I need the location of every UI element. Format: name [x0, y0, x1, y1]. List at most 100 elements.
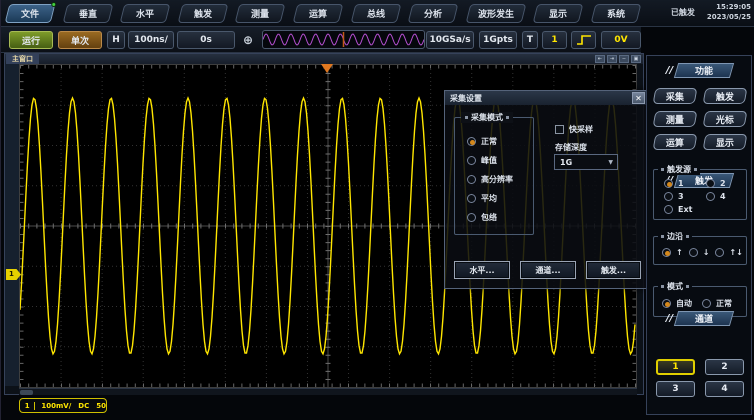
menu-item-file[interactable]: 文件: [5, 4, 56, 23]
edge-radio-rising[interactable]: ↑: [662, 248, 683, 257]
mode-radio-normal[interactable]: 正常: [467, 136, 497, 147]
window-tab-title[interactable]: 主窗口: [6, 54, 39, 64]
channel1-badge[interactable]: 1 100mV/ DC 50: [19, 398, 107, 413]
falling-arrow-icon: ↓: [703, 248, 710, 257]
mode-radio-auto[interactable]: 自动: [662, 298, 692, 309]
channel-3-button[interactable]: 3: [656, 381, 695, 397]
menu-item-wavegen[interactable]: 波形发生: [465, 4, 526, 23]
channel-1-button[interactable]: 1: [656, 359, 695, 375]
maximize-icon[interactable]: ▣: [631, 55, 641, 63]
menu-item-horizontal[interactable]: 水平: [120, 4, 171, 23]
channel-2-button[interactable]: 2: [705, 359, 744, 375]
time-label: 15:29:05: [716, 2, 751, 12]
header-slashes-icon: //: [666, 65, 673, 76]
zoom-in-icon[interactable]: ⊕: [239, 31, 257, 49]
source-radio-4[interactable]: 4: [706, 192, 746, 201]
close-icon[interactable]: ✕: [632, 92, 645, 104]
menu-item-measure[interactable]: 测量: [235, 4, 286, 23]
channel-buttons: 1 2 3 4: [656, 359, 744, 397]
fast-sample-checkbox[interactable]: 快采样: [555, 124, 593, 135]
waveform-preview[interactable]: [262, 30, 425, 49]
menu-item-system[interactable]: 系统: [591, 4, 642, 23]
source-radio-ext[interactable]: Ext: [664, 205, 704, 214]
function-header[interactable]: 功能: [674, 63, 734, 78]
source-radio-1[interactable]: 1: [664, 179, 704, 188]
trigger-t-button[interactable]: T: [522, 31, 538, 49]
menu-item-bus[interactable]: 总线: [350, 4, 401, 23]
radio-dot: [664, 192, 673, 201]
panel-cursor-button[interactable]: 光标: [703, 111, 748, 127]
radio-dot: [467, 194, 476, 203]
trigger-source-button[interactable]: 1: [542, 31, 567, 49]
channel-info: 100mV/ DC 50: [35, 402, 106, 410]
scrollbar-thumb[interactable]: [20, 390, 33, 395]
acquisition-mode-label: 采集模式: [461, 112, 513, 123]
panel-acquire-button[interactable]: 采集: [653, 88, 698, 104]
edge-radio-falling[interactable]: ↓: [689, 248, 710, 257]
edge-label: 边沿: [658, 231, 692, 242]
mode-radio-envelope[interactable]: 包络: [467, 212, 497, 223]
trigger-level-button[interactable]: 0V: [601, 31, 641, 49]
menu-item-display[interactable]: 显示: [533, 4, 584, 23]
trigger-position-marker[interactable]: [321, 64, 333, 73]
horizontal-scrollbar[interactable]: [19, 388, 637, 395]
pan-right-icon[interactable]: ⇥: [607, 55, 617, 63]
status-block: 已触发 15:29:05 2023/05/25: [671, 2, 751, 22]
radio-dot: [706, 192, 715, 201]
channel-section-header[interactable]: 通道: [674, 311, 734, 326]
minimize-icon[interactable]: −: [619, 55, 629, 63]
source-radio-3[interactable]: 3: [664, 192, 704, 201]
menu-item-vertical[interactable]: 垂直: [62, 4, 113, 23]
dialog-title-bar[interactable]: 采集设置: [445, 91, 646, 105]
radio-dot: [662, 248, 671, 257]
menu-bar: 文件 垂直 水平 触发 测量 运算 总线 分析 波形发生 显示 系统 已触发 1…: [1, 0, 754, 27]
mode-radio-peak[interactable]: 峰值: [467, 155, 497, 166]
either-arrow-icon: ↑↓: [729, 248, 742, 257]
channel-impedance: 50: [96, 402, 106, 410]
rising-arrow-icon: ↑: [676, 248, 683, 257]
radio-dot: [467, 213, 476, 222]
storage-depth-value: 1G: [560, 158, 572, 167]
mode-radio-average[interactable]: 平均: [467, 193, 497, 204]
channel-settings-button[interactable]: 通道...: [520, 261, 576, 279]
edge-radio-either[interactable]: ↑↓: [715, 248, 742, 257]
edge-group: 边沿 ↑ ↓ ↑↓: [653, 236, 747, 265]
storage-depth-dropdown[interactable]: 1G ▼: [554, 154, 618, 170]
horizontal-settings-button[interactable]: 水平...: [454, 261, 510, 279]
horizontal-offset-field[interactable]: 0s: [177, 31, 235, 49]
window-controls: ⇤ ⇥ − ▣: [595, 55, 641, 63]
checkbox-box: [555, 125, 564, 134]
mode-radio-hires[interactable]: 高分辨率: [467, 174, 513, 185]
panel-measure-button[interactable]: 测量: [653, 111, 698, 127]
trigger-slope-icon[interactable]: [571, 31, 596, 49]
channel-4-button[interactable]: 4: [705, 381, 744, 397]
radio-dot: [706, 179, 715, 188]
radio-dot: [662, 299, 671, 308]
pan-left-icon[interactable]: ⇤: [595, 55, 605, 63]
menu-item-math[interactable]: 运算: [293, 4, 344, 23]
mode-radio-normal-trigger[interactable]: 正常: [702, 298, 732, 309]
source-radio-2[interactable]: 2: [706, 179, 746, 188]
radio-dot: [467, 137, 476, 146]
trigger-status: 已触发: [671, 7, 695, 18]
trigger-mode-label: 模式: [658, 281, 692, 292]
run-button[interactable]: 运行: [9, 31, 53, 49]
acquisition-settings-dialog: 采集设置 ✕ 采集模式 正常 峰值 高分辨率 平均 包络 快采样 存储深度 1G…: [444, 90, 647, 289]
channel-number: 1: [20, 402, 35, 410]
trigger-settings-button[interactable]: 触发...: [586, 261, 641, 279]
radio-dot: [689, 248, 698, 257]
single-button[interactable]: 单次: [58, 31, 102, 49]
menu-item-trigger[interactable]: 触发: [177, 4, 228, 23]
panel-math-button[interactable]: 运算: [653, 134, 698, 150]
menu-item-analysis[interactable]: 分析: [408, 4, 459, 23]
sample-rate-label: 10GSa/s: [426, 31, 474, 49]
timebase-button[interactable]: 100ns/: [128, 31, 174, 49]
date-label: 2023/05/25: [707, 12, 751, 22]
panel-display-button[interactable]: 显示: [703, 134, 748, 150]
toolbar: 运行 单次 H 100ns/ 0s ⊕ 10GSa/s 1Gpts T 1 0V: [1, 27, 641, 53]
oscilloscope-screen: 文件 垂直 水平 触发 测量 运算 总线 分析 波形发生 显示 系统 已触发 1…: [0, 0, 754, 420]
radio-dot: [715, 248, 724, 257]
horizontal-button[interactable]: H: [107, 31, 125, 49]
panel-trigger-button[interactable]: 触发: [703, 88, 748, 104]
channel-scale: 100mV/: [41, 402, 71, 410]
